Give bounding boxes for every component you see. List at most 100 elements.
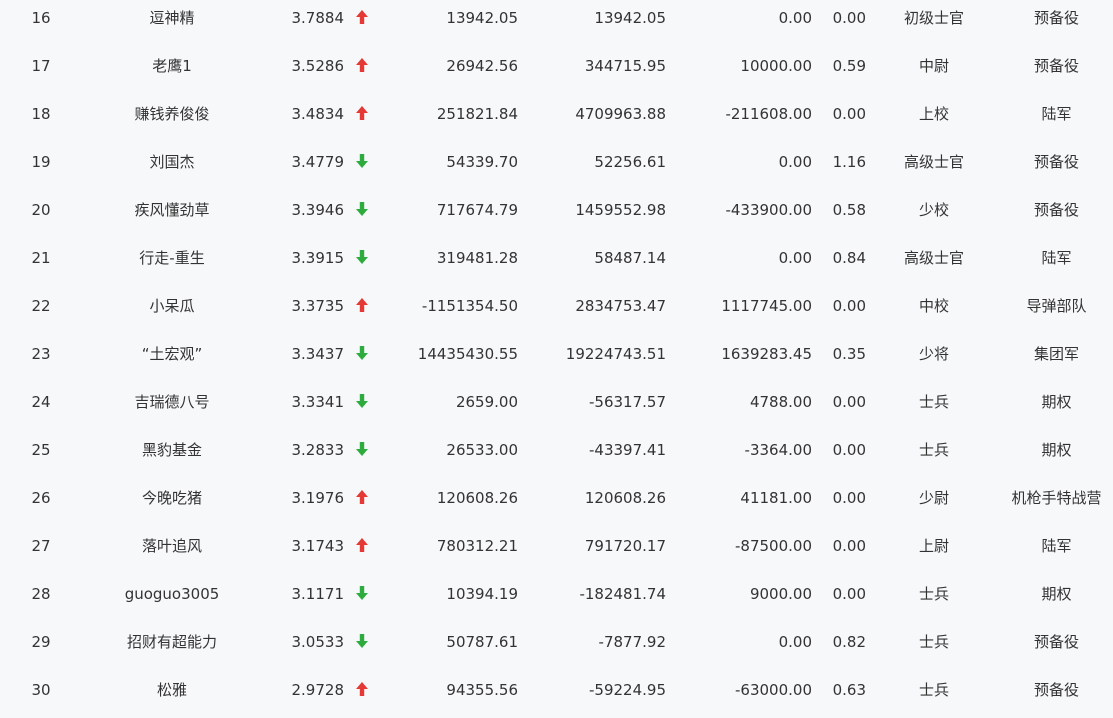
name-cell: 招财有超能力 xyxy=(126,633,217,651)
table-row[interactable]: 21 行走-重生 3.3915 319481.28 58487.14 0.00 0.84 高级… xyxy=(0,238,1113,286)
value3-cell: 41181.00 xyxy=(740,489,812,507)
name-cell: 今晚吃猪 xyxy=(141,489,202,507)
rank-cell: 27 xyxy=(31,537,51,555)
value1-cell: 10394.19 xyxy=(446,585,518,603)
unit-cell: 集团军 xyxy=(1033,345,1079,363)
score-cell: 3.3341 xyxy=(291,393,345,411)
value1-cell: 2659.00 xyxy=(455,393,518,411)
name-cell: guoguo3005 xyxy=(124,585,220,603)
value3-cell: 0.00 xyxy=(778,249,812,267)
level-cell: 士兵 xyxy=(918,633,949,651)
name-cell: 吉瑞德八号 xyxy=(134,393,210,411)
rank-cell: 17 xyxy=(31,57,51,75)
value2-cell: 120608.26 xyxy=(584,489,666,507)
table-row[interactable]: 19 刘国杰 3.4779 54339.70 52256.61 0.00 1.16 高级士官 预… xyxy=(0,142,1113,190)
arrow-down-icon xyxy=(350,142,374,190)
ratio-cell: 0.82 xyxy=(832,633,866,651)
name-cell: “土宏观” xyxy=(141,345,203,363)
table-row[interactable]: 25 黑豹基金 3.2833 26533.00 -43397.41 -3364.00 0.0… xyxy=(0,430,1113,478)
value2-cell: -56317.57 xyxy=(589,393,666,411)
name-cell: 疾风懂劲草 xyxy=(134,201,210,219)
value2-cell: 2834753.47 xyxy=(575,297,666,315)
value3-cell: 10000.00 xyxy=(740,57,812,75)
arrow-up-icon xyxy=(350,478,374,526)
value3-cell: -63000.00 xyxy=(735,681,812,699)
table-row[interactable]: 24 吉瑞德八号 3.3341 2659.00 -56317.57 4788.00 0.00… xyxy=(0,382,1113,430)
value1-cell: -1151354.50 xyxy=(421,297,518,315)
table-row[interactable]: 17 老鹰1 3.5286 26942.56 344715.95 10000.00 0.59… xyxy=(0,46,1113,94)
table-row[interactable]: 29 招财有超能力 3.0533 50787.61 -7877.92 0.00 0.82 士兵… xyxy=(0,622,1113,670)
name-cell: 黑豹基金 xyxy=(141,441,202,459)
value1-cell: 94355.56 xyxy=(446,681,518,699)
unit-cell: 预备役 xyxy=(1033,633,1079,651)
name-cell: 小呆瓜 xyxy=(149,297,195,315)
value2-cell: 13942.05 xyxy=(594,9,666,27)
value2-cell: 58487.14 xyxy=(594,249,666,267)
rank-cell: 21 xyxy=(31,249,51,267)
unit-cell: 期权 xyxy=(1041,393,1072,411)
score-cell: 3.1743 xyxy=(291,537,345,555)
value1-cell: 54339.70 xyxy=(446,153,518,171)
level-cell: 士兵 xyxy=(918,585,949,603)
level-cell: 少将 xyxy=(918,345,949,363)
name-cell: 赚钱养俊俊 xyxy=(134,105,210,123)
table-row[interactable]: 30 松雅 2.9728 94355.56 -59224.95 -63000.00 0.63… xyxy=(0,670,1113,718)
value1-cell: 780312.21 xyxy=(436,537,518,555)
value3-cell: 1639283.45 xyxy=(721,345,812,363)
score-cell: 3.0533 xyxy=(291,633,345,651)
table-row[interactable]: 20 疾风懂劲草 3.3946 717674.79 1459552.98 -433900.… xyxy=(0,190,1113,238)
value2-cell: -182481.74 xyxy=(579,585,666,603)
score-cell: 3.7884 xyxy=(291,9,345,27)
unit-cell: 预备役 xyxy=(1033,153,1079,171)
rank-cell: 26 xyxy=(31,489,51,507)
table-row[interactable]: 18 赚钱养俊俊 3.4834 251821.84 4709963.88 -211608.… xyxy=(0,94,1113,142)
table-row[interactable]: 16 逗神精 3.7884 13942.05 13942.05 0.00 0.00 初级士官 预… xyxy=(0,0,1113,46)
ratio-cell: 0.63 xyxy=(832,681,866,699)
value3-cell: -3364.00 xyxy=(744,441,812,459)
rank-cell: 16 xyxy=(31,9,51,27)
name-cell: 松雅 xyxy=(156,681,187,699)
value3-cell: -433900.00 xyxy=(725,201,812,219)
rank-cell: 23 xyxy=(31,345,51,363)
table-row[interactable]: 26 今晚吃猪 3.1976 120608.26 120608.26 41181.00 0.… xyxy=(0,478,1113,526)
arrow-down-icon xyxy=(350,382,374,430)
name-cell: 刘国杰 xyxy=(149,153,195,171)
name-cell: 逗神精 xyxy=(149,9,195,27)
score-cell: 3.4834 xyxy=(291,105,345,123)
value3-cell: 4788.00 xyxy=(749,393,812,411)
unit-cell: 期权 xyxy=(1041,585,1072,603)
arrow-down-icon xyxy=(350,238,374,286)
level-cell: 士兵 xyxy=(918,441,949,459)
value2-cell: 19224743.51 xyxy=(565,345,666,363)
value1-cell: 251821.84 xyxy=(436,105,518,123)
score-cell: 3.5286 xyxy=(291,57,345,75)
value1-cell: 14435430.55 xyxy=(417,345,518,363)
table-row[interactable]: 23 “土宏观” 3.3437 14435430.55 19224743.51 16392… xyxy=(0,334,1113,382)
ratio-cell: 0.00 xyxy=(832,585,866,603)
arrow-up-icon xyxy=(350,0,374,46)
value3-cell: 9000.00 xyxy=(749,585,812,603)
level-cell: 高级士官 xyxy=(903,153,964,171)
rank-cell: 20 xyxy=(31,201,51,219)
unit-cell: 陆军 xyxy=(1041,105,1072,123)
table-row[interactable]: 28 guoguo3005 3.1171 10394.19 -182481.74 9000… xyxy=(0,574,1113,622)
value2-cell: -59224.95 xyxy=(589,681,666,699)
table-row[interactable]: 22 小呆瓜 3.3735 -1151354.50 2834753.47 1117745.… xyxy=(0,286,1113,334)
ratio-cell: 0.00 xyxy=(832,9,866,27)
value1-cell: 26942.56 xyxy=(446,57,518,75)
table-row[interactable]: 27 落叶追风 3.1743 780312.21 791720.17 -87500.00 0… xyxy=(0,526,1113,574)
arrow-up-icon xyxy=(350,526,374,574)
rank-cell: 22 xyxy=(31,297,51,315)
arrow-up-icon xyxy=(350,670,374,718)
ratio-cell: 0.00 xyxy=(832,441,866,459)
score-cell: 3.3915 xyxy=(291,249,345,267)
unit-cell: 预备役 xyxy=(1033,201,1079,219)
value1-cell: 13942.05 xyxy=(446,9,518,27)
arrow-down-icon xyxy=(350,430,374,478)
value3-cell: 0.00 xyxy=(778,633,812,651)
arrow-down-icon xyxy=(350,574,374,622)
unit-cell: 导弹部队 xyxy=(1026,297,1087,315)
rank-cell: 19 xyxy=(31,153,51,171)
arrow-down-icon xyxy=(350,334,374,382)
ratio-cell: 0.59 xyxy=(832,57,866,75)
